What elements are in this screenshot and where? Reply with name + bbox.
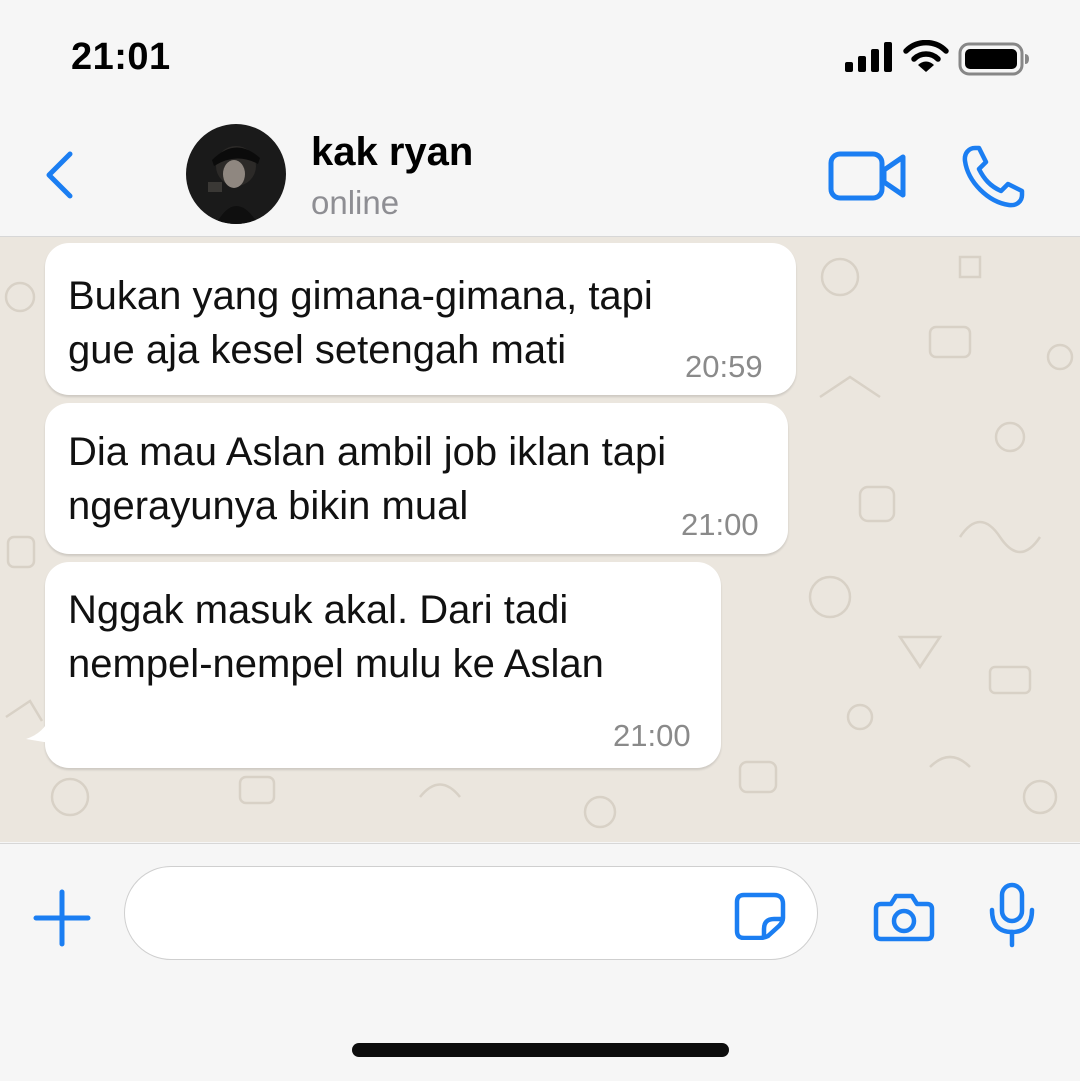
back-chevron-icon[interactable]	[38, 144, 82, 206]
message-text-line: gue aja kesel setengah mati	[68, 328, 567, 372]
plus-icon[interactable]	[32, 888, 92, 948]
contact-status: online	[311, 184, 400, 221]
message-text-line: ngerayunya bikin mual	[68, 484, 469, 528]
contact-name[interactable]: kak ryan	[311, 130, 473, 175]
message-timestamp: 20:59	[685, 349, 763, 384]
message-text-line: nempel-nempel mulu ke Aslan	[68, 642, 604, 686]
contact-avatar[interactable]	[186, 124, 286, 224]
signal-icon	[845, 42, 892, 72]
message-text-line: Dia mau Aslan ambil job iklan tapi	[68, 430, 667, 474]
video-camera-icon[interactable]	[828, 148, 908, 204]
status-time: 21:01	[71, 36, 171, 78]
message-bubble[interactable]: Dia mau Aslan ambil job iklan tapi ngera…	[45, 403, 788, 554]
battery-icon	[958, 42, 1029, 76]
status-bar: 21:01	[0, 0, 1080, 110]
message-text-line: Bukan yang gimana-gimana, tapi	[68, 274, 653, 318]
chat-area[interactable]: Bukan yang gimana-gimana, tapi gue aja k…	[0, 237, 1080, 842]
home-indicator[interactable]	[352, 1043, 729, 1057]
microphone-icon[interactable]	[986, 882, 1038, 948]
bubble-tail	[26, 717, 62, 745]
message-timestamp: 21:00	[613, 718, 691, 753]
avatar-image	[186, 124, 286, 224]
message-bubble[interactable]: Bukan yang gimana-gimana, tapi gue aja k…	[45, 243, 796, 395]
phone-icon[interactable]	[960, 144, 1026, 210]
message-text-line: Nggak masuk akal. Dari tadi	[68, 588, 569, 632]
chat-header: kak ryan online	[0, 110, 1080, 237]
message-bubble[interactable]: Nggak masuk akal. Dari tadi nempel-nempe…	[45, 562, 721, 768]
message-timestamp: 21:00	[681, 507, 759, 542]
wifi-icon	[903, 40, 949, 72]
camera-icon[interactable]	[873, 892, 935, 942]
sticker-icon[interactable]	[734, 892, 786, 940]
message-input[interactable]	[124, 866, 818, 960]
